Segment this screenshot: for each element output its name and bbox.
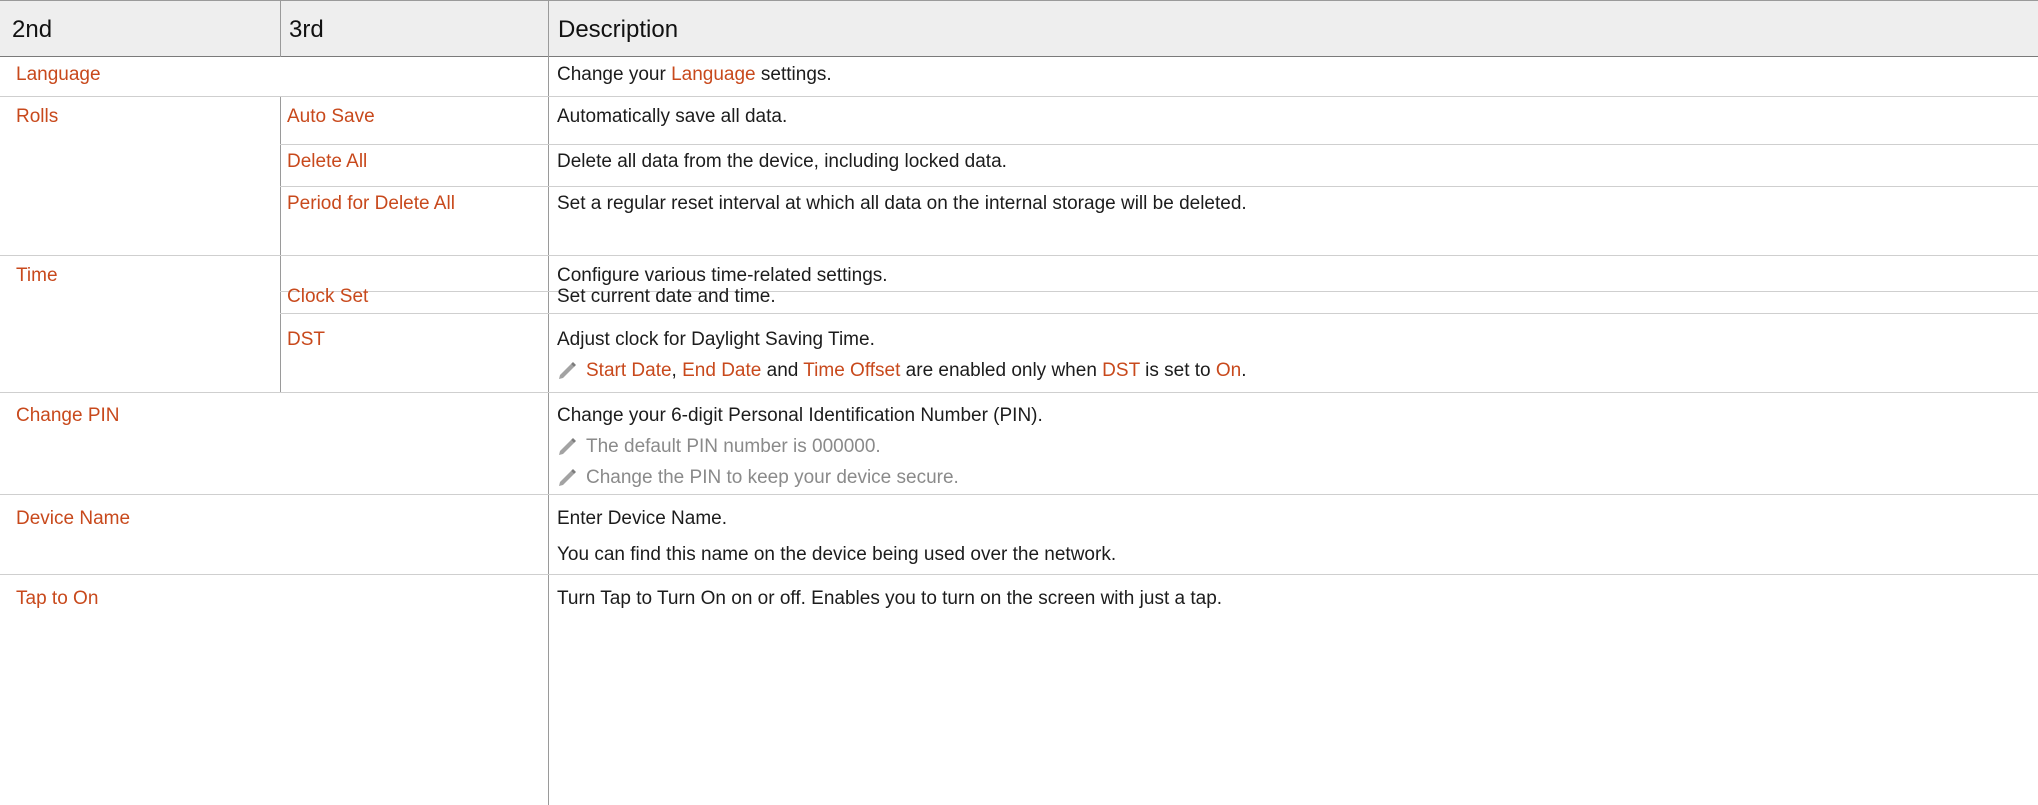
note-text: are enabled only when: [900, 360, 1103, 381]
desc-term: Language: [671, 64, 756, 85]
row-dst-desc: Adjust clock for Daylight Saving Time.: [557, 329, 875, 350]
row-auto-save-desc: Automatically save all data.: [557, 106, 788, 127]
row-clock-set-name: Clock Set: [287, 286, 369, 307]
row-dst-name: DST: [287, 329, 325, 350]
header-description: Description: [558, 16, 679, 43]
note-term: DST: [1102, 360, 1140, 381]
row-separator: [0, 494, 2038, 495]
row-device-name-desc1: Enter Device Name.: [557, 508, 728, 529]
row-separator: [0, 255, 2038, 256]
header-2nd: 2nd: [12, 16, 53, 43]
desc-text: settings.: [755, 64, 832, 85]
row-language-desc: Change your Language settings.: [557, 64, 832, 86]
note-term: End Date: [682, 360, 762, 381]
row-change-pin-note1: The default PIN number is 000000.: [586, 436, 881, 457]
note-text: and: [761, 360, 804, 381]
header-3rd: 3rd: [289, 16, 324, 43]
row-clock-set-desc: Set current date and time.: [557, 286, 776, 307]
col-divider: [548, 0, 549, 805]
row-separator: [0, 96, 2038, 97]
row-change-pin-name: Change PIN: [16, 405, 120, 426]
row-dst-note: Start Date, End Date and Time Offset are…: [586, 360, 1247, 382]
row-change-pin-desc: Change your 6-digit Personal Identificat…: [557, 405, 1043, 426]
note-term: Time Offset: [803, 360, 901, 381]
row-separator: [0, 392, 2038, 393]
row-device-name-name: Device Name: [16, 508, 131, 529]
desc-text: Change your: [557, 64, 672, 85]
row-separator: [0, 574, 2038, 575]
row-rolls-name: Rolls: [16, 106, 59, 127]
pencil-icon: [559, 469, 576, 486]
row-tap-to-on-name: Tap to On: [16, 588, 99, 609]
row-tap-to-on-desc: Turn Tap to Turn On on or off. Enables y…: [557, 588, 1223, 609]
note-term: Start Date: [586, 360, 672, 381]
settings-table: 2nd 3rd Description Language Change your…: [0, 0, 2038, 805]
row-language-name: Language: [16, 64, 101, 85]
note-text: is set to: [1139, 360, 1216, 381]
row-delete-all-name: Delete All: [287, 151, 368, 172]
row-period-desc: Set a regular reset interval at which al…: [557, 193, 1247, 214]
row-separator: [280, 144, 2038, 145]
table-header: 2nd 3rd Description: [0, 0, 2038, 57]
row-time-name: Time: [16, 265, 58, 286]
pencil-icon: [559, 362, 576, 379]
row-separator: [280, 186, 2038, 187]
col-divider: [280, 0, 281, 57]
row-separator: [280, 291, 2038, 292]
row-separator: [280, 313, 2038, 314]
col-divider: [280, 96, 281, 392]
row-time-desc: Configure various time-related settings.: [557, 265, 888, 286]
note-term: On: [1215, 360, 1242, 381]
note-text: ,: [671, 360, 683, 381]
pencil-icon: [559, 438, 576, 455]
row-auto-save-name: Auto Save: [287, 106, 375, 127]
row-delete-all-desc: Delete all data from the device, includi…: [557, 151, 1007, 172]
note-text: .: [1241, 360, 1247, 381]
row-device-name-desc2: You can find this name on the device bei…: [557, 544, 1117, 565]
row-change-pin-note2: Change the PIN to keep your device secur…: [586, 467, 959, 488]
row-period-name: Period for Delete All: [287, 193, 455, 214]
